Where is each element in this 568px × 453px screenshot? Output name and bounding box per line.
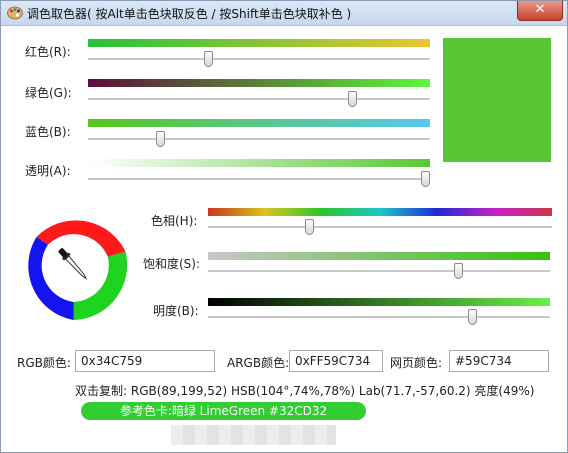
red-slider-track[interactable] xyxy=(88,58,430,61)
saturation-slider-thumb[interactable] xyxy=(454,263,463,279)
close-icon: ✕ xyxy=(534,2,546,17)
argb-value-label: ARGB颜色: xyxy=(227,356,290,370)
blue-slider-thumb[interactable] xyxy=(156,131,165,147)
alpha-label: 透明(A): xyxy=(25,164,71,178)
wheel-segment-green[interactable] xyxy=(73,251,128,320)
obscured-area xyxy=(171,425,336,445)
red-label: 红色(R): xyxy=(25,45,71,59)
color-preview-swatch[interactable] xyxy=(443,38,551,162)
window-title: 调色取色器( 按Alt单击色块取反色 / 按Shift单击色块取补色 ) xyxy=(27,7,352,21)
brightness-slider-track[interactable] xyxy=(208,316,550,319)
brightness-label: 明度(B): xyxy=(153,304,199,318)
reference-color-card[interactable]: 参考色卡:暗绿 LimeGreen #32CD32 xyxy=(81,402,366,420)
hue-label: 色相(H): xyxy=(151,214,198,228)
saturation-slider-track[interactable] xyxy=(208,270,550,273)
web-color-label: 网页颜色: xyxy=(390,356,443,370)
saturation-gradient-bar xyxy=(208,252,550,260)
color-wheel[interactable] xyxy=(15,206,133,324)
saturation-label: 饱和度(S): xyxy=(143,257,201,271)
color-info-line[interactable]: 双击复制: RGB(89,199,52) HSB(104°,74%,78%) L… xyxy=(75,382,534,399)
rgb-value-field[interactable]: 0x34C759 xyxy=(75,350,215,372)
argb-value-field[interactable]: 0xFF59C734 xyxy=(289,350,383,372)
color-picker-window: 调色取色器( 按Alt单击色块取反色 / 按Shift单击色块取补色 ) ✕ 红… xyxy=(0,0,568,453)
red-slider-thumb[interactable] xyxy=(204,51,213,67)
title-bar[interactable]: 调色取色器( 按Alt单击色块取反色 / 按Shift单击色块取补色 ) ✕ xyxy=(1,1,567,26)
hue-slider-thumb[interactable] xyxy=(305,219,314,235)
brightness-gradient-bar xyxy=(208,298,550,306)
hue-slider-track[interactable] xyxy=(208,226,552,229)
rgb-value-label: RGB颜色: xyxy=(17,356,71,370)
eyedropper-icon[interactable] xyxy=(57,246,90,281)
wheel-segment-red[interactable] xyxy=(36,220,126,257)
red-gradient-bar xyxy=(88,39,430,47)
web-color-field[interactable]: #59C734 xyxy=(449,350,549,372)
green-label: 绿色(G): xyxy=(25,86,72,100)
brightness-slider-thumb[interactable] xyxy=(468,309,477,325)
close-button[interactable]: ✕ xyxy=(517,1,563,21)
green-slider-track[interactable] xyxy=(88,98,430,101)
blue-label: 蓝色(B): xyxy=(25,125,71,139)
alpha-slider-track[interactable] xyxy=(88,178,430,181)
green-slider-thumb[interactable] xyxy=(348,91,357,107)
palette-icon xyxy=(7,6,23,20)
hue-gradient-bar xyxy=(208,208,552,216)
alpha-slider-thumb[interactable] xyxy=(421,171,430,187)
blue-slider-track[interactable] xyxy=(88,138,430,141)
alpha-gradient-bar xyxy=(88,159,430,167)
blue-gradient-bar xyxy=(88,119,430,127)
green-gradient-bar xyxy=(88,79,430,87)
wheel-segment-blue[interactable] xyxy=(28,237,74,320)
